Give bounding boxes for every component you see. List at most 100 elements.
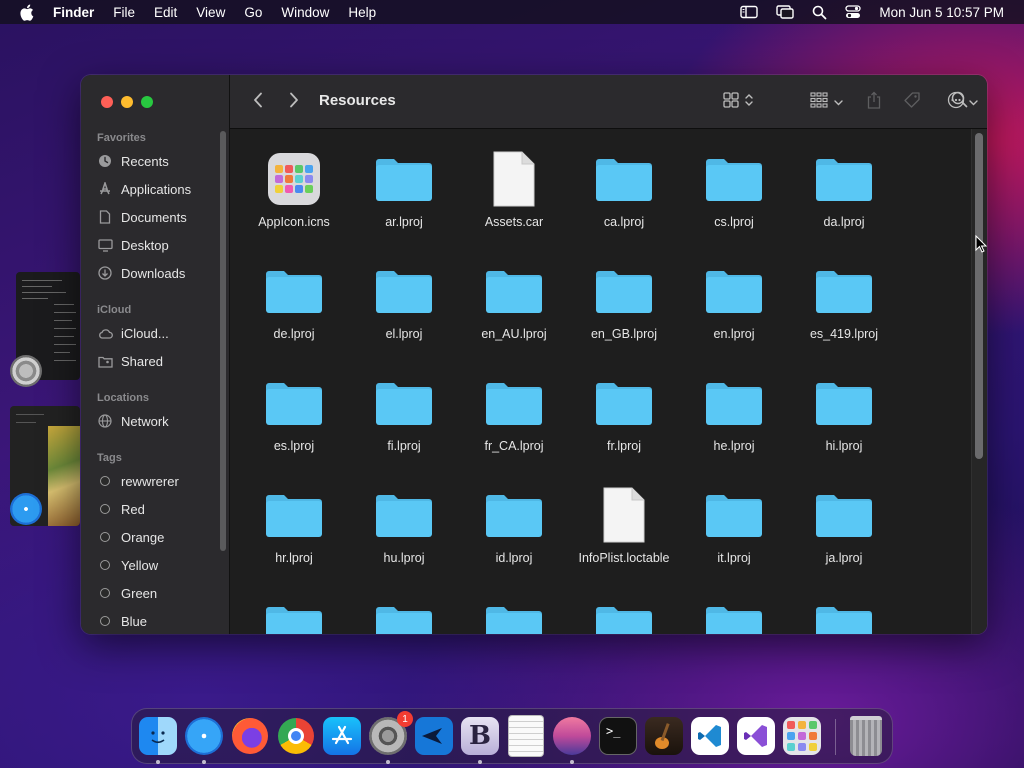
folder-item[interactable]: fr_CA.lproj [459,371,569,471]
menu-edit[interactable]: Edit [154,5,177,20]
sidebar-tag-orange[interactable]: Orange [97,526,164,548]
scrollbar-track[interactable] [971,129,987,634]
menu-window[interactable]: Window [281,5,329,20]
folder-item[interactable]: da.lproj [789,147,899,247]
file-name: en.lproj [713,327,755,341]
minimize-button[interactable] [121,96,133,108]
folder-item[interactable] [349,595,459,634]
folder-item[interactable]: ca.lproj [569,147,679,247]
sidebar-tag-blue[interactable]: Blue [97,610,147,632]
folder-icon [262,259,326,323]
macos-installer-icon[interactable] [551,715,593,757]
sidebar-item-icloud-drive[interactable]: iCloud... [97,322,169,344]
apple-menu-icon[interactable] [19,4,35,21]
forward-button[interactable] [284,92,304,112]
folder-item[interactable]: hi.lproj [789,371,899,471]
back-button[interactable] [248,92,268,112]
chrome-icon[interactable] [275,715,317,757]
sidebar-item-shared[interactable]: Shared [97,350,163,372]
folder-item[interactable]: de.lproj [239,259,349,359]
menu-help[interactable]: Help [348,5,376,20]
garageband-icon[interactable] [643,715,685,757]
folder-item[interactable]: el.lproj [349,259,459,359]
sidebar-item-network[interactable]: Network [97,410,169,432]
file-name: hu.lproj [383,551,425,565]
search-button[interactable] [947,90,971,114]
terminal-icon[interactable]: >_ [597,715,639,757]
safari-icon[interactable] [183,715,225,757]
folder-item[interactable]: fr.lproj [569,371,679,471]
bbedit-icon[interactable]: B [459,715,501,757]
folder-item[interactable]: fi.lproj [349,371,459,471]
sidebar-tag-yellow[interactable]: Yellow [97,554,158,576]
running-indicator [202,760,206,764]
sidebar-scrollbar[interactable] [220,131,226,551]
folder-item[interactable]: es_419.lproj [789,259,899,359]
scrollbar-thumb[interactable] [975,133,983,459]
file-item[interactable]: Assets.car [459,147,569,247]
folder-icon [372,595,436,634]
folder-icon [812,483,876,547]
system-settings-icon[interactable]: 1 [367,711,413,757]
folder-item[interactable] [679,595,789,634]
sidebar-list-icon[interactable] [740,5,759,19]
folder-item[interactable]: cs.lproj [679,147,789,247]
xcode-instruments-icon[interactable] [413,715,455,757]
folder-item[interactable] [789,595,899,634]
sidebar-tag-rewwrerer[interactable]: rewwrerer [97,470,179,492]
app-store-icon[interactable] [321,715,363,757]
folder-item[interactable]: it.lproj [679,483,789,583]
folder-item[interactable]: en_GB.lproj [569,259,679,359]
vscode-icon[interactable] [689,715,731,757]
screen-mirroring-icon[interactable] [776,5,795,19]
close-button[interactable] [101,96,113,108]
sidebar-item-desktop[interactable]: Desktop [97,234,169,256]
trash-icon[interactable] [845,715,887,757]
sidebar-tag-green[interactable]: Green [97,582,157,604]
group-by-button[interactable] [806,90,846,114]
folder-icon [372,371,436,435]
folder-item[interactable]: he.lproj [679,371,789,471]
folder-item[interactable] [569,595,679,634]
folder-item[interactable]: hr.lproj [239,483,349,583]
folder-icon [702,147,766,211]
zoom-button[interactable] [141,96,153,108]
textedit-icon[interactable] [505,715,547,757]
folder-item[interactable] [459,595,569,634]
file-name: en_AU.lproj [481,327,547,341]
tags-button[interactable] [900,90,924,114]
folder-item[interactable]: ar.lproj [349,147,459,247]
folder-item[interactable] [239,595,349,634]
menu-view[interactable]: View [196,5,225,20]
share-button[interactable] [862,90,886,114]
sidebar-item-recents[interactable]: Recents [97,150,169,172]
file-item[interactable]: InfoPlist.loctable [569,483,679,583]
spotlight-search-icon[interactable] [812,5,827,20]
view-mode-button[interactable] [718,90,758,114]
file-name: id.lproj [495,551,533,565]
folder-item[interactable]: hu.lproj [349,483,459,583]
control-center-icon[interactable] [845,5,862,19]
folder-item[interactable]: en_AU.lproj [459,259,569,359]
file-item[interactable]: AppIcon.icns [239,147,349,247]
folder-icon [812,259,876,323]
menu-app-name[interactable]: Finder [53,5,94,20]
sidebar-item-applications[interactable]: Applications [97,178,191,200]
menu-bar-clock[interactable]: Mon Jun 5 10:57 PM [879,5,1004,20]
sidebar-item-documents[interactable]: Documents [97,206,187,228]
folder-icon [702,483,766,547]
menu-file[interactable]: File [113,5,135,20]
sidebar-item-label: Green [121,585,158,601]
folder-item[interactable]: id.lproj [459,483,569,583]
menu-go[interactable]: Go [244,5,262,20]
folder-item[interactable]: ja.lproj [789,483,899,583]
visual-studio-icon[interactable] [735,715,777,757]
folder-item[interactable]: en.lproj [679,259,789,359]
tag-dot-icon [100,616,110,626]
firefox-icon[interactable] [229,715,271,757]
finder-icon[interactable] [137,715,179,757]
sidebar-tag-red[interactable]: Red [97,498,145,520]
folder-item[interactable]: es.lproj [239,371,349,471]
sidebar-item-downloads[interactable]: Downloads [97,262,185,284]
launchpad-icon[interactable] [781,715,823,757]
